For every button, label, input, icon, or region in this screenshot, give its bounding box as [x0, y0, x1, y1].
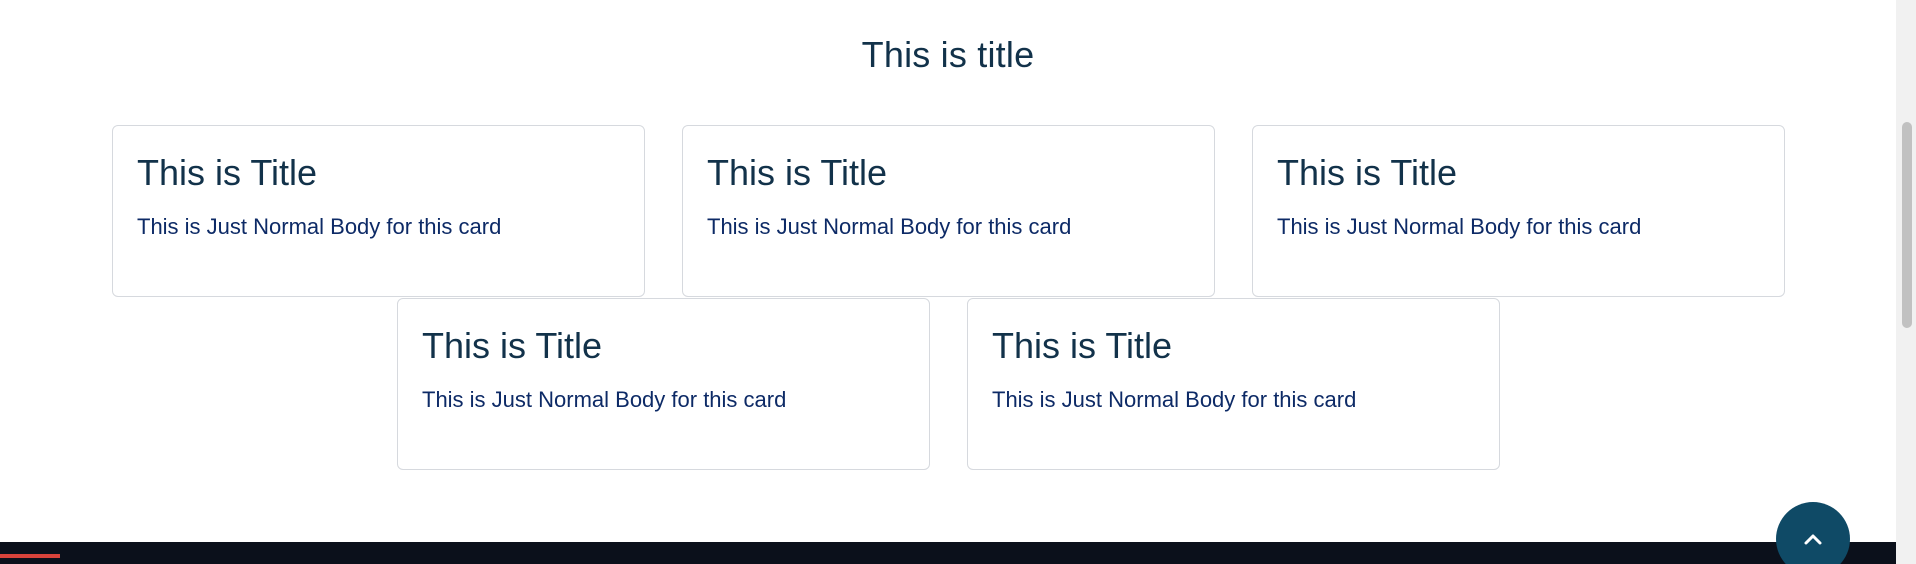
- scroll-to-top-button[interactable]: [1776, 502, 1850, 564]
- card-body: This is Just Normal Body for this card: [137, 214, 502, 239]
- page-content: This is title This is Title This is Just…: [0, 0, 1896, 564]
- card-title: This is Title: [1277, 152, 1458, 193]
- card-title: This is Title: [707, 152, 888, 193]
- viewport: This is title This is Title This is Just…: [0, 0, 1916, 564]
- footer: [0, 542, 1896, 564]
- card-title: This is Title: [137, 152, 318, 193]
- card: This is Title This is Just Normal Body f…: [967, 298, 1500, 470]
- card-body: This is Just Normal Body for this card: [992, 387, 1357, 412]
- card-body: This is Just Normal Body for this card: [707, 214, 1072, 239]
- card-title: This is Title: [992, 325, 1173, 366]
- card: This is Title This is Just Normal Body f…: [1252, 125, 1785, 297]
- footer-accent-line: [0, 554, 60, 558]
- card-body: This is Just Normal Body for this card: [422, 387, 787, 412]
- card-title: This is Title: [422, 325, 603, 366]
- card: This is Title This is Just Normal Body f…: [397, 298, 930, 470]
- scrollbar-thumb[interactable]: [1902, 122, 1912, 328]
- vertical-scrollbar[interactable]: [1896, 0, 1916, 564]
- card: This is Title This is Just Normal Body f…: [112, 125, 645, 297]
- section-title: This is title: [861, 34, 1035, 75]
- card-body: This is Just Normal Body for this card: [1277, 214, 1642, 239]
- card: This is Title This is Just Normal Body f…: [682, 125, 1215, 297]
- chevron-up-icon: [1804, 534, 1822, 545]
